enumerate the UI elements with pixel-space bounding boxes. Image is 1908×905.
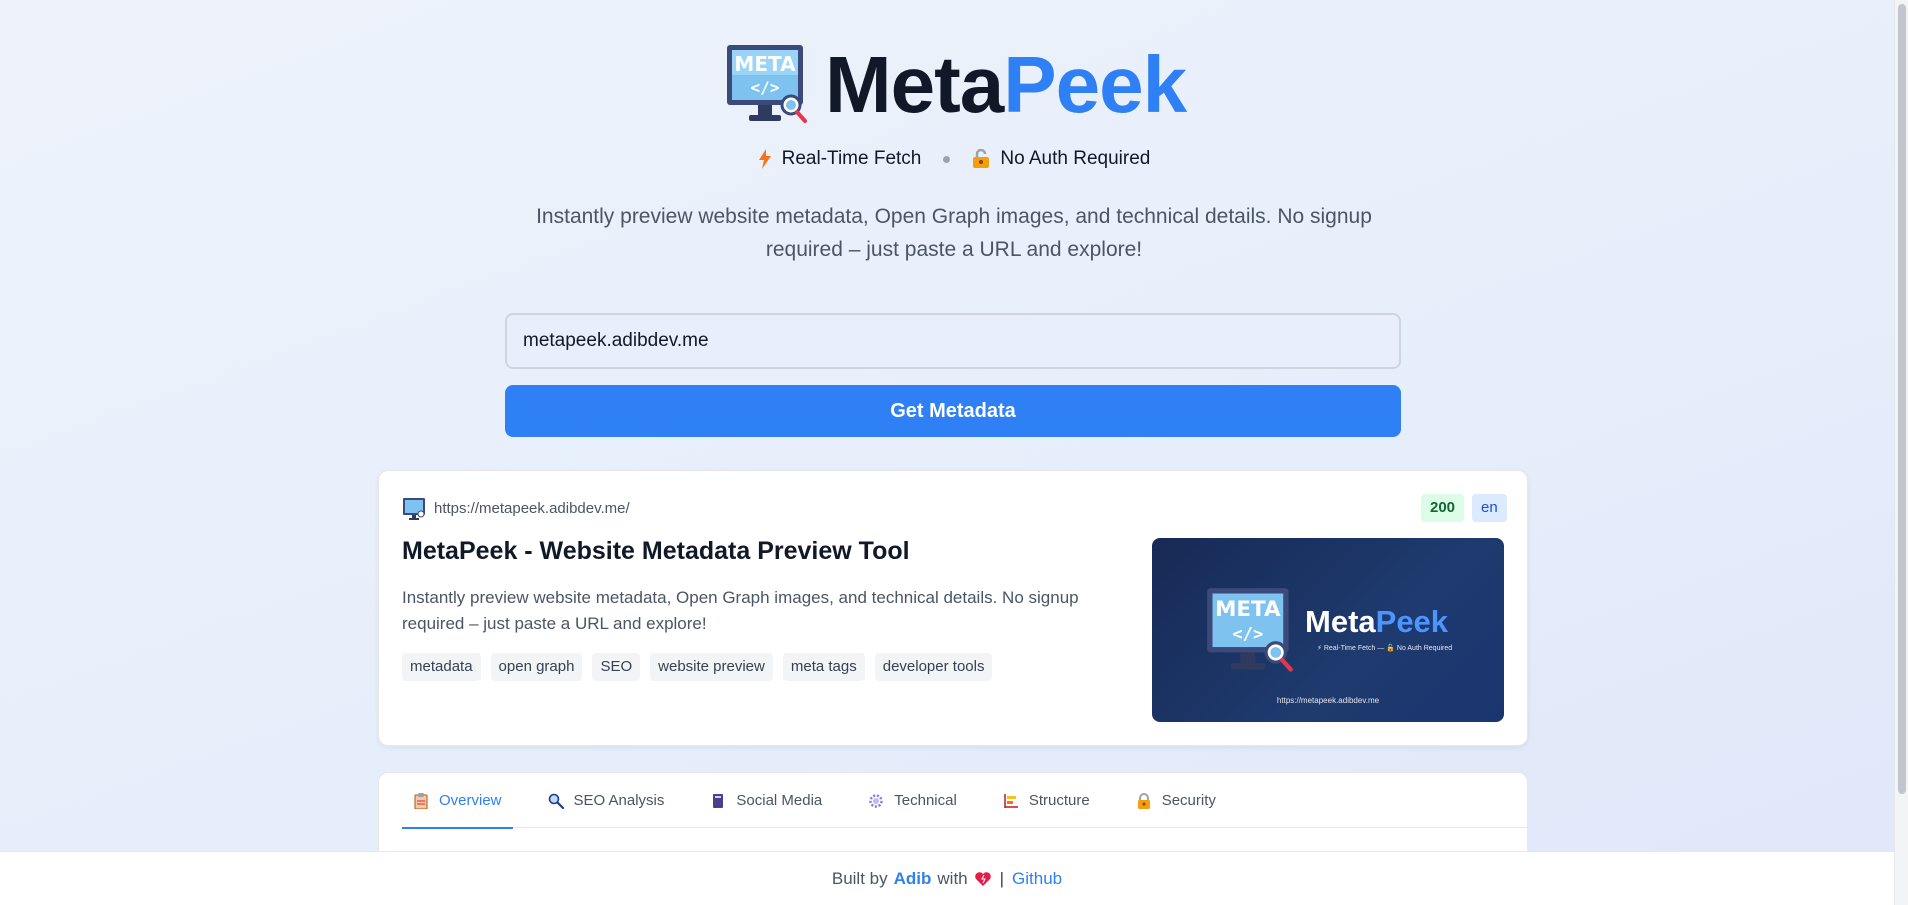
og-brand-meta: Meta [1305, 604, 1376, 639]
tab-technical-label: Technical [894, 792, 957, 809]
keyword-tag: SEO [592, 653, 641, 681]
brand-meta: Meta [825, 40, 1004, 129]
footer-separator: | [999, 868, 1005, 888]
og-subtitle: ⚡ Real-Time Fetch — 🔓 No Auth Required [1317, 645, 1453, 652]
keyword-list: metadata open graph SEO website preview … [402, 653, 993, 681]
result-description: Instantly preview website metadata, Open… [402, 588, 1079, 633]
tab-technical[interactable]: Technical [857, 773, 968, 828]
github-link[interactable]: Github [1012, 869, 1062, 889]
feature-noauth: No Auth Required [972, 148, 1150, 170]
get-metadata-button[interactable]: Get Metadata [505, 385, 1401, 437]
tagline: Instantly preview website metadata, Open… [536, 205, 1372, 261]
lock-icon [1137, 792, 1150, 809]
footer: Built by Adib with | Github [0, 851, 1894, 905]
footer-built-by: Built by [831, 868, 888, 888]
scrollbar-thumb[interactable] [1898, 4, 1906, 794]
favicon-icon [403, 498, 425, 520]
svg-text:</>: </> [751, 78, 780, 97]
feature-noauth-label: No Auth Required [1000, 148, 1151, 169]
feature-realtime: Real-Time Fetch [758, 148, 922, 170]
result-card: https://metapeek.adibdev.me/ 200 en Meta… [378, 470, 1528, 746]
tab-structure[interactable]: Structure [992, 773, 1101, 828]
unlock-icon [973, 149, 990, 168]
feature-realtime-label: Real-Time Fetch [781, 148, 922, 169]
monitor-logo-icon: META </> [727, 45, 807, 123]
lightning-icon [758, 149, 771, 169]
tab-seo-analysis[interactable]: SEO Analysis [537, 773, 676, 828]
clipboard-icon [414, 792, 428, 809]
tab-structure-label: Structure [1028, 792, 1090, 809]
tab-bar: Overview SEO Analysis Social Media Techn… [402, 773, 1527, 829]
result-url[interactable]: https://metapeek.adibdev.me/ [434, 500, 630, 517]
svg-text:META: META [734, 52, 796, 76]
og-brand: MetaPeek [1305, 604, 1448, 640]
tab-social-media[interactable]: Social Media [699, 773, 833, 828]
keyword-tag: website preview [650, 653, 773, 681]
chart-icon [1004, 793, 1018, 808]
feature-list: Real-Time Fetch No Auth Required [0, 148, 1908, 170]
gear-icon [869, 793, 884, 808]
scrollbar[interactable] [1894, 0, 1908, 905]
result-title: MetaPeek - Website Metadata Preview Tool [402, 537, 910, 565]
book-icon [713, 793, 724, 808]
tab-security-label: Security [1161, 792, 1216, 809]
magnifier-icon [548, 793, 564, 809]
og-url: https://metapeek.adibdev.me [1276, 696, 1380, 705]
brand-peek: Peek [1003, 40, 1187, 129]
status-badge: 200 [1421, 494, 1465, 522]
og-monitor-logo-icon: META </> [1207, 588, 1293, 672]
og-image-preview: META </> MetaPeek ⚡ Real-Time Fetch — 🔓 … [1152, 538, 1504, 722]
author-link[interactable]: Adib [894, 869, 932, 889]
language-badge: en [1472, 494, 1507, 522]
keyword-tag: developer tools [874, 653, 993, 681]
tab-seo-analysis-label: SEO Analysis [573, 792, 665, 809]
keyword-tag: meta tags [782, 653, 865, 681]
heart-icon [974, 871, 991, 886]
tab-overview-label: Overview [439, 792, 502, 809]
tab-security[interactable]: Security [1125, 773, 1227, 828]
logo: META </> MetaPeek [725, 40, 1187, 130]
svg-text:META: META [1215, 597, 1281, 622]
footer-with: with [937, 868, 968, 888]
svg-text:</>: </> [1232, 625, 1263, 645]
keyword-tag: open graph [490, 653, 583, 681]
tab-social-media-label: Social Media [736, 792, 823, 809]
keyword-tag: metadata [402, 653, 481, 681]
url-input[interactable] [505, 313, 1401, 369]
tab-overview[interactable]: Overview [402, 773, 513, 829]
og-brand-peek: Peek [1375, 604, 1449, 639]
brand-title: MetaPeek [825, 45, 1187, 125]
separator-dot [943, 155, 951, 163]
